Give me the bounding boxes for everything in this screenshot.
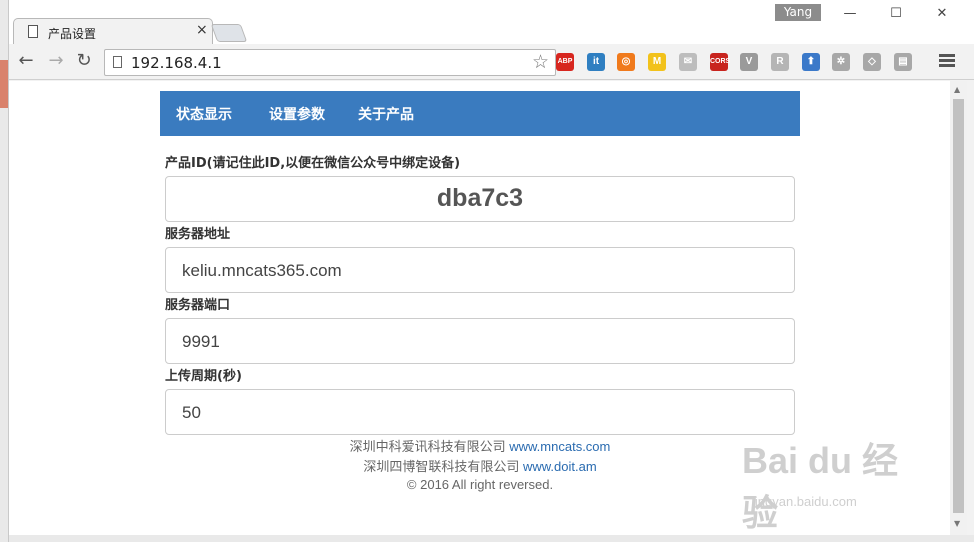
back-button[interactable]: ← — [15, 50, 37, 72]
product-id-label: 产品ID(请记住此ID,以便在微信公众号中绑定设备) — [165, 156, 461, 171]
footer-link-doit[interactable]: www.doit.am — [523, 459, 597, 474]
tab-close-icon[interactable]: × — [196, 22, 208, 38]
nav-settings[interactable]: 设置参数 — [269, 104, 325, 124]
nav-about[interactable]: 关于产品 — [358, 104, 414, 124]
footer-company-1-name: 深圳中科爱讯科技有限公司 — [349, 439, 510, 454]
desktop-window-edge — [0, 60, 8, 108]
server-port-value: 9991 — [182, 332, 220, 351]
product-id-field[interactable]: dba7c3 — [165, 176, 795, 222]
product-id-value: dba7c3 — [436, 184, 524, 212]
page-info-icon — [113, 56, 122, 68]
footer-company-2-name: 深圳四博智联科技有限公司 — [363, 459, 523, 474]
bookmark-star-icon[interactable]: ☆ — [532, 51, 549, 73]
address-url: 192.168.4.1 — [131, 54, 222, 72]
adblock-plus-icon[interactable]: ABP — [556, 53, 574, 71]
desktop-background — [0, 0, 8, 542]
title-bar: 产品设置 × Yang — ☐ ✕ — [9, 0, 974, 45]
browser-toolbar: ← → ↻ 192.168.4.1 ☆ ABP it ◎ M ✉ CORS V R ⬆ ✲ ◇ ▤ — [9, 44, 974, 80]
tab-title: 产品设置 — [48, 27, 97, 41]
page-icon — [28, 25, 38, 38]
scrollbar-thumb[interactable] — [953, 99, 964, 513]
server-port-field[interactable]: 9991 — [165, 318, 795, 364]
m-extension-icon[interactable]: M — [648, 53, 666, 71]
site-navbar: 状态显示 设置参数 关于产品 — [160, 91, 800, 136]
upload-period-value: 50 — [182, 403, 201, 422]
server-address-value: keliu.mncats365.com — [182, 261, 342, 280]
baidu-watermark: Bai du 经验 jingyan.baidu.com — [742, 432, 922, 533]
new-tab-button[interactable] — [210, 24, 248, 42]
maximize-button[interactable]: ☐ — [881, 6, 911, 24]
r-extension-icon[interactable]: R — [771, 53, 789, 71]
server-port-label: 服务器端口 — [165, 298, 231, 313]
forward-button[interactable]: → — [45, 50, 67, 72]
profile-button[interactable]: Yang — [775, 4, 821, 21]
close-window-button[interactable]: ✕ — [927, 6, 957, 24]
instapaper-it-icon[interactable]: it — [587, 53, 605, 71]
server-address-field[interactable]: keliu.mncats365.com — [165, 247, 795, 293]
footer-company-2: 深圳四博智联科技有限公司 www.doit.am — [160, 456, 800, 475]
cors-icon[interactable]: CORS — [710, 53, 730, 71]
vertical-scrollbar[interactable]: ▲ ▼ — [950, 81, 967, 535]
reload-button[interactable]: ↻ — [73, 50, 95, 72]
upload-period-field[interactable]: 50 — [165, 389, 795, 435]
lifesaver-icon[interactable]: ◎ — [617, 53, 635, 71]
nav-status[interactable]: 状态显示 — [176, 104, 232, 124]
window-bottom-edge — [9, 535, 974, 542]
footer-copyright: © 2016 All right reversed. — [406, 477, 554, 492]
browser-tab[interactable]: 产品设置 × — [13, 18, 213, 45]
footer-link-mncats[interactable]: www.mncats.com — [509, 439, 610, 454]
mail-icon[interactable]: ✉ — [679, 53, 697, 71]
upload-period-label: 上传周期(秒) — [165, 369, 242, 384]
footer-company-1: 深圳中科爱讯科技有限公司 www.mncats.com — [160, 436, 800, 455]
gear-extension-icon[interactable]: ✲ — [832, 53, 850, 71]
shield-outline-icon[interactable]: ◇ — [863, 53, 881, 71]
address-bar[interactable]: 192.168.4.1 ☆ — [104, 49, 556, 76]
v-extension-icon[interactable]: V — [740, 53, 758, 71]
minimize-button[interactable]: — — [835, 6, 865, 24]
watermark-logo: Bai du 经验 — [742, 440, 899, 533]
scroll-up-icon[interactable]: ▲ — [954, 85, 960, 94]
shield-arrow-icon[interactable]: ⬆ — [802, 53, 820, 71]
watermark-url: jingyan.baidu.com — [752, 494, 857, 509]
server-address-label: 服务器地址 — [165, 227, 231, 242]
menu-icon[interactable] — [939, 52, 955, 70]
scroll-down-icon[interactable]: ▼ — [954, 519, 960, 528]
layout-icon[interactable]: ▤ — [894, 53, 912, 71]
